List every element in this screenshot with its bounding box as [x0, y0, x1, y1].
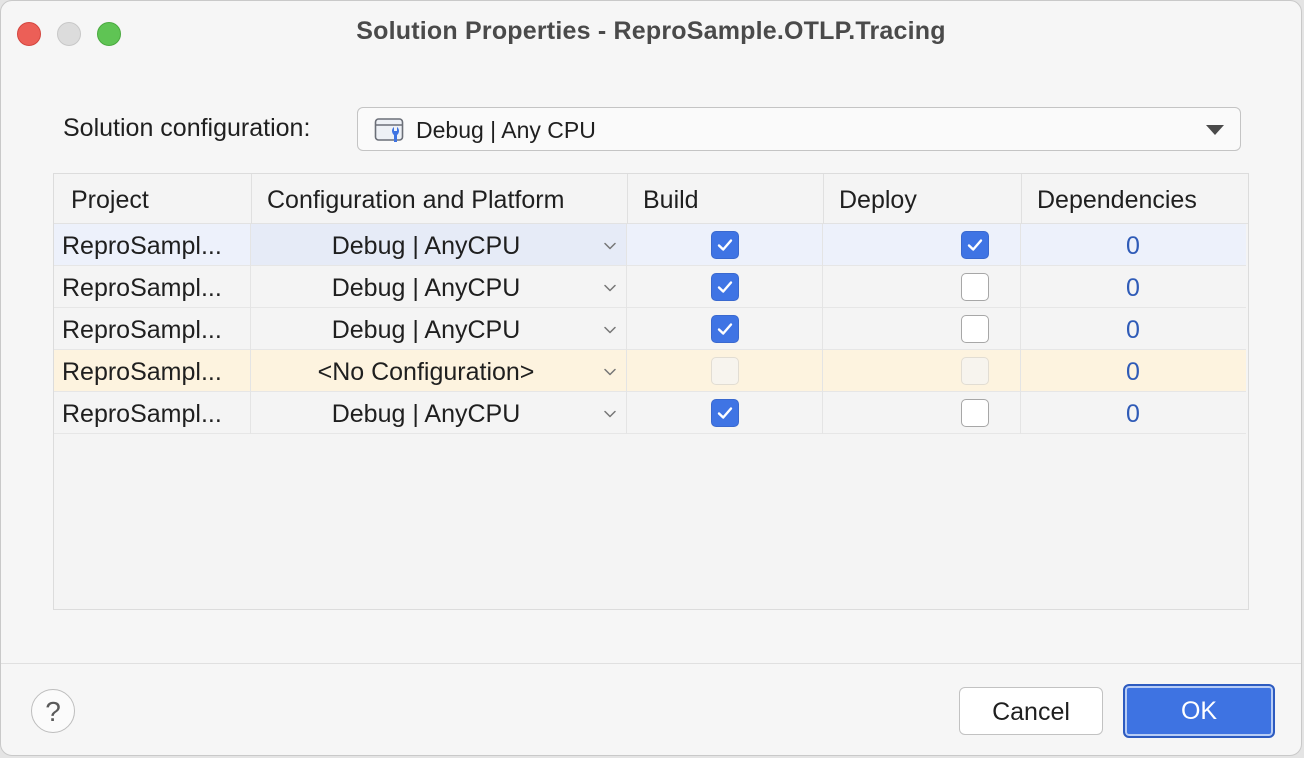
project-name-cell[interactable]: ReproSampl... [54, 224, 251, 265]
build-cell [626, 392, 822, 433]
dependencies-link[interactable]: 0 [1020, 350, 1246, 391]
deploy-checkbox[interactable] [961, 399, 989, 427]
dropdown-arrow-icon [1206, 125, 1224, 135]
dependencies-link[interactable]: 0 [1020, 308, 1246, 349]
deploy-cell [822, 350, 1020, 391]
solution-config-value: Debug | Any CPU [416, 117, 596, 143]
deploy-checkbox [961, 357, 989, 385]
config-wrench-icon [374, 116, 408, 144]
build-checkbox[interactable] [711, 273, 739, 301]
build-checkbox[interactable] [711, 315, 739, 343]
deploy-checkbox[interactable] [961, 273, 989, 301]
chevron-down-icon [604, 407, 616, 419]
chevron-down-icon [604, 365, 616, 377]
build-cell [626, 308, 822, 349]
dependencies-link[interactable]: 0 [1020, 392, 1246, 433]
build-checkbox[interactable] [711, 399, 739, 427]
chevron-down-icon [604, 281, 616, 293]
dependencies-link[interactable]: 0 [1020, 224, 1246, 265]
build-cell [626, 224, 822, 265]
configuration-dropdown[interactable]: Debug | AnyCPU [251, 308, 626, 349]
build-checkbox [711, 357, 739, 385]
build-cell [626, 350, 822, 391]
solution-config-label: Solution configuration: [63, 114, 311, 142]
deploy-cell [822, 392, 1020, 433]
configuration-value: Debug | AnyCPU [331, 400, 521, 428]
configuration-dropdown[interactable]: <No Configuration> [251, 350, 626, 391]
configuration-value: Debug | AnyCPU [331, 274, 521, 302]
configuration-dropdown[interactable]: Debug | AnyCPU [251, 392, 626, 433]
configuration-dropdown[interactable]: Debug | AnyCPU [251, 266, 626, 307]
chevron-down-icon [604, 323, 616, 335]
configuration-value: <No Configuration> [317, 358, 535, 386]
table-row[interactable]: ReproSampl... Debug | AnyCPU 0 [54, 392, 1246, 434]
deploy-checkbox[interactable] [961, 315, 989, 343]
configuration-dropdown[interactable]: Debug | AnyCPU [251, 224, 626, 265]
deploy-cell [822, 224, 1020, 265]
column-header-deploy[interactable]: Deploy [823, 174, 1021, 224]
solution-properties-dialog: Solution Properties - ReproSample.OTLP.T… [0, 0, 1302, 756]
build-cell [626, 266, 822, 307]
project-name-cell[interactable]: ReproSampl... [54, 266, 251, 307]
footer-divider [1, 663, 1301, 664]
table-row[interactable]: ReproSampl... <No Configuration> 0 [54, 350, 1246, 392]
column-header-project[interactable]: Project [54, 174, 251, 224]
project-config-table: Project Configuration and Platform Build… [53, 173, 1249, 610]
ok-button[interactable]: OK [1123, 684, 1275, 738]
cancel-button[interactable]: Cancel [959, 687, 1103, 735]
table-row[interactable]: ReproSampl... Debug | AnyCPU 0 [54, 224, 1246, 266]
project-name-cell[interactable]: ReproSampl... [54, 350, 251, 391]
project-name-cell[interactable]: ReproSampl... [54, 392, 251, 433]
build-checkbox[interactable] [711, 231, 739, 259]
deploy-cell [822, 308, 1020, 349]
column-header-configuration[interactable]: Configuration and Platform [251, 174, 626, 224]
table-row[interactable]: ReproSampl... Debug | AnyCPU 0 [54, 266, 1246, 308]
dependencies-link[interactable]: 0 [1020, 266, 1246, 307]
chevron-down-icon [604, 239, 616, 251]
column-header-build[interactable]: Build [627, 174, 823, 224]
configuration-value: Debug | AnyCPU [331, 232, 521, 260]
column-header-dependencies[interactable]: Dependencies [1021, 174, 1248, 224]
table-header: Project Configuration and Platform Build… [54, 174, 1248, 224]
configuration-value: Debug | AnyCPU [331, 316, 521, 344]
solution-config-dropdown[interactable]: Debug | Any CPU [357, 107, 1241, 151]
project-name-cell[interactable]: ReproSampl... [54, 308, 251, 349]
deploy-cell [822, 266, 1020, 307]
deploy-checkbox[interactable] [961, 231, 989, 259]
window-title: Solution Properties - ReproSample.OTLP.T… [356, 17, 946, 45]
table-row[interactable]: ReproSampl... Debug | AnyCPU 0 [54, 308, 1246, 350]
help-button[interactable]: ? [31, 689, 75, 733]
